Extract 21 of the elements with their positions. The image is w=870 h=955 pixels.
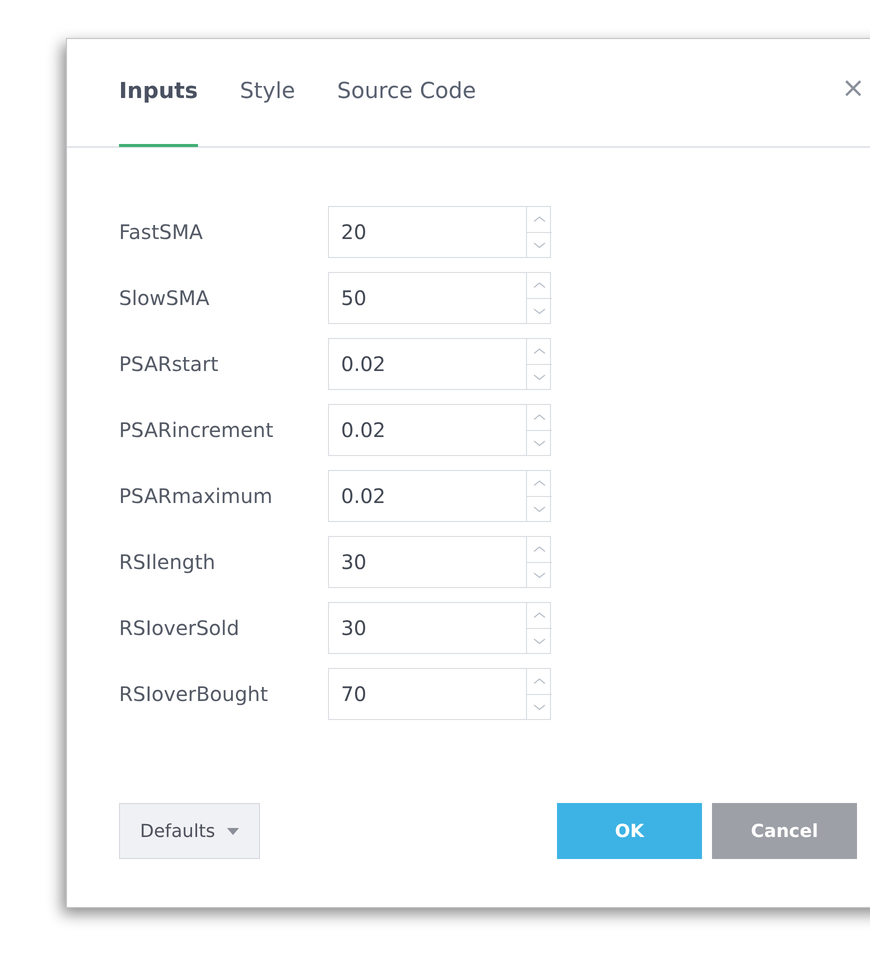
field-label: PSARincrement xyxy=(119,418,274,442)
field-label: FastSMA xyxy=(119,220,204,244)
number-field[interactable]: 0.02 xyxy=(328,404,526,456)
field-label: PSARmaximum xyxy=(119,484,274,508)
field-label: RSIoverSold xyxy=(119,616,240,640)
number-field[interactable]: 30 xyxy=(328,602,526,654)
number-field[interactable]: 50 xyxy=(328,272,526,324)
number-field[interactable]: 30 xyxy=(328,536,526,588)
tab[interactable]: Inputs xyxy=(119,39,198,147)
tab[interactable]: Source Code xyxy=(337,39,476,147)
tab[interactable]: Style xyxy=(240,39,296,147)
number-field[interactable]: 20 xyxy=(328,206,526,258)
field-label: RSIlength xyxy=(119,550,216,574)
caret-icon xyxy=(227,828,240,834)
number-field[interactable]: 0.02 xyxy=(328,470,526,522)
field-label: SlowSMA xyxy=(119,286,210,310)
number-field[interactable]: 70 xyxy=(328,668,526,720)
field-label: RSIoverBought xyxy=(119,682,269,706)
defaults-dropdown[interactable]: Defaults xyxy=(119,803,260,859)
number-field[interactable]: 0.02 xyxy=(328,338,526,390)
field-label: PSARstart xyxy=(119,352,220,376)
